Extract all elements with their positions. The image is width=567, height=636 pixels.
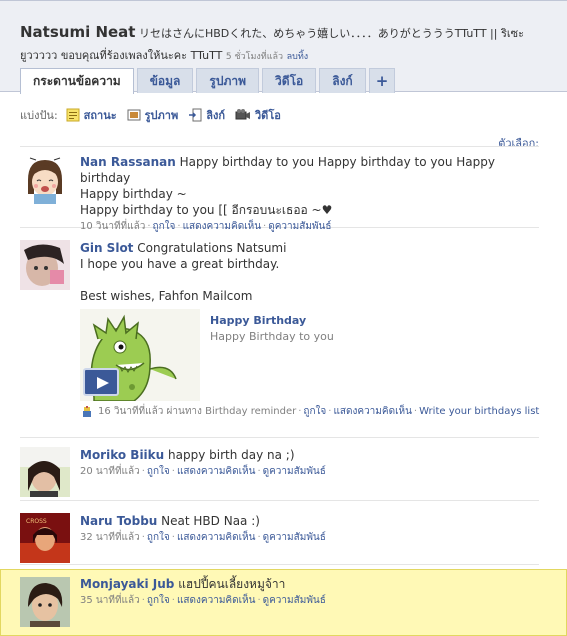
wall-post: Moriko Biiku happy birth day na ;) 20 นา… <box>20 447 539 501</box>
tab-wall[interactable]: กระดานข้อความ <box>20 68 134 94</box>
post-text-line: Monjayaki Jub แฮปปี้คนเลี้ยงหมูจ้าา <box>80 576 540 592</box>
status-icon <box>66 108 80 122</box>
wall-post-highlighted: Monjayaki Jub แฮปปี้คนเลี้ยงหมูจ้าา 35 น… <box>0 569 567 636</box>
post-text-line: Gin Slot Congratulations Natsumi <box>80 240 540 256</box>
see-relationship-link[interactable]: ดูความสัมพันธ์ <box>268 221 331 232</box>
post-body: Monjayaki Jub แฮปปี้คนเลี้ยงหมูจ้าา 35 น… <box>80 576 540 608</box>
avatar[interactable] <box>20 154 70 204</box>
profile-tabs: กระดานข้อความ ข้อมูล รูปภาพ วิดีโอ ลิงก์… <box>20 68 398 94</box>
profile-name-line: Natsumi Neat リセはさんにHBDくれた、めちゃう嬉しい．．．．ありが… <box>20 23 567 42</box>
post-text: Neat HBD Naa :) <box>161 514 260 528</box>
tab-links[interactable]: ลิงก์ <box>319 68 366 93</box>
status-time: 5 ชั่วโมงที่แล้ว <box>225 52 284 62</box>
post-time[interactable]: 32 นาทีที่แล้ว <box>80 532 140 543</box>
post-text: happy birth day na ;) <box>168 448 295 462</box>
post-text-line: Moriko Biiku happy birth day na ;) <box>80 447 540 463</box>
attachment-title[interactable]: Happy Birthday <box>210 313 306 329</box>
attachment-thumbnail[interactable] <box>80 309 200 401</box>
photo-icon <box>127 109 141 121</box>
play-icon <box>97 377 109 389</box>
add-tab-button[interactable]: + <box>368 68 396 93</box>
share-link-label: ลิงก์ <box>206 109 225 122</box>
post-time[interactable]: 10 วินาทีที่แล้ว <box>80 221 145 232</box>
post-text: Congratulations Natsumi <box>137 241 287 255</box>
profile-header: Natsumi Neat リセはさんにHBDくれた、めちゃう嬉しい．．．．ありが… <box>0 0 567 94</box>
avatar[interactable] <box>20 577 70 627</box>
post-time[interactable]: 20 นาทีที่แล้ว <box>80 466 140 477</box>
post-body: Gin Slot Congratulations Natsumi I hope … <box>80 240 540 419</box>
like-link[interactable]: ถูกใจ <box>147 532 170 543</box>
wall-options-link[interactable]: ตัวเลือก: <box>498 134 539 152</box>
post-meta: 10 วินาทีที่แล้ว · ถูกใจ · แสดงความคิดเห็น · ด… <box>80 221 332 232</box>
share-video-label: วิดีโอ <box>255 109 281 122</box>
profile-name[interactable]: Natsumi Neat <box>20 23 135 41</box>
post-body: Naru Tobbu Neat HBD Naa :) 32 นาทีที่แล้… <box>80 513 540 545</box>
post-text-line: Nan Rassanan Happy birthday to you Happy… <box>80 154 540 186</box>
avatar[interactable] <box>20 240 70 290</box>
svg-text:CROSS: CROSS <box>26 518 47 525</box>
status-text: リセはさんにHBDくれた、めちゃう嬉しい．．．．ありがとうううTTuTT || … <box>138 27 524 40</box>
wall-post: Nan Rassanan Happy birthday to you Happy… <box>20 154 539 232</box>
video-icon <box>235 109 250 120</box>
attachment-description: Happy Birthday to you <box>210 330 334 343</box>
tab-videos[interactable]: วิดีโอ <box>262 68 317 93</box>
post-author[interactable]: Moriko Biiku <box>80 448 164 462</box>
tab-photos[interactable]: รูปภาพ <box>196 68 260 93</box>
post-text-line: Happy birthday ~ <box>80 187 187 201</box>
post-meta: 20 นาทีที่แล้ว · ถูกใจ · แสดงความคิดเห็น · ดูค… <box>80 466 326 477</box>
play-video-button[interactable] <box>83 368 119 396</box>
avatar[interactable]: CROSS <box>20 513 70 563</box>
see-relationship-link[interactable]: ดูความสัมพันธ์ <box>263 595 326 606</box>
status-clear-link[interactable]: ลบทิ้ง <box>287 52 309 62</box>
post-author[interactable]: Monjayaki Jub <box>80 577 174 591</box>
write-birthdays-link[interactable]: Write your birthdays list <box>419 406 539 417</box>
post-text: แฮปปี้คนเลี้ยงหมูจ้าา <box>178 577 286 591</box>
post-attachment: Happy Birthday Happy Birthday to you <box>80 309 540 401</box>
share-link-button[interactable]: ลิงก์ <box>188 106 225 124</box>
status-line-2: ยูววววว ขอบคุณที่ร้องเพลงให้นะคะ TTuTT 5… <box>20 46 308 64</box>
post-author[interactable]: Gin Slot <box>80 241 133 255</box>
post-body: Moriko Biiku happy birth day na ;) 20 นา… <box>80 447 540 479</box>
status-text-continued: ยูววววว ขอบคุณที่ร้องเพลงให้นะคะ TTuTT <box>20 49 223 62</box>
comment-link[interactable]: แสดงความคิดเห็น <box>177 466 255 477</box>
post-via-text: ผ่านทาง Birthday reminder <box>166 406 297 417</box>
post-text-line: Best wishes, Fahfon Mailcom <box>80 289 253 303</box>
share-photo-button[interactable]: รูปภาพ <box>127 106 179 124</box>
tab-info[interactable]: ข้อมูล <box>136 68 194 93</box>
like-link[interactable]: ถูกใจ <box>147 595 170 606</box>
avatar[interactable] <box>20 447 70 497</box>
share-status-button[interactable]: สถานะ <box>66 106 117 124</box>
see-relationship-link[interactable]: ดูความสัมพันธ์ <box>263 532 326 543</box>
share-label: แบ่งปัน: <box>20 109 58 122</box>
see-relationship-link[interactable]: ดูความสัมพันธ์ <box>263 466 326 477</box>
post-text-line: Happy birthday to you [[ อีกรอบนะเธออ ~♥ <box>80 203 333 217</box>
comment-link[interactable]: แสดงความคิดเห็น <box>177 532 255 543</box>
like-link[interactable]: ถูกใจ <box>153 221 176 232</box>
like-link[interactable]: ถูกใจ <box>303 406 326 417</box>
like-link[interactable]: ถูกใจ <box>147 466 170 477</box>
share-bar: แบ่งปัน: สถานะ รูปภาพ ลิงก์ วิดีโอ <box>20 107 291 123</box>
post-author[interactable]: Naru Tobbu <box>80 514 157 528</box>
post-meta: 35 นาทีที่แล้ว · ถูกใจ · แสดงความคิดเห็น · ดูค… <box>80 595 326 606</box>
share-photo-label: รูปภาพ <box>144 109 179 122</box>
comment-link[interactable]: แสดงความคิดเห็น <box>333 406 411 417</box>
wall-post: CROSS Naru Tobbu Neat HBD Naa :) 32 นาที… <box>20 513 539 565</box>
post-meta: 16 วินาทีที่แล้ว ผ่านทาง Birthday remind… <box>80 405 540 419</box>
comment-link[interactable]: แสดงความคิดเห็น <box>183 221 261 232</box>
post-text-line: Naru Tobbu Neat HBD Naa :) <box>80 513 540 529</box>
post-time[interactable]: 16 วินาทีที่แล้ว <box>98 406 163 417</box>
link-icon <box>189 108 202 122</box>
wall-post: Gin Slot Congratulations Natsumi I hope … <box>20 240 539 438</box>
comment-link[interactable]: แสดงความคิดเห็น <box>177 595 255 606</box>
birthday-reminder-icon <box>83 406 91 417</box>
divider <box>20 146 539 147</box>
share-video-button[interactable]: วิดีโอ <box>235 106 281 124</box>
share-status-label: สถานะ <box>83 109 117 122</box>
post-text-line: I hope you have a great birthday. <box>80 257 280 271</box>
post-body: Nan Rassanan Happy birthday to you Happy… <box>80 154 540 234</box>
post-meta: 32 นาทีที่แล้ว · ถูกใจ · แสดงความคิดเห็น · ดูค… <box>80 532 326 543</box>
post-time[interactable]: 35 นาทีที่แล้ว <box>80 595 140 606</box>
post-author[interactable]: Nan Rassanan <box>80 155 176 169</box>
